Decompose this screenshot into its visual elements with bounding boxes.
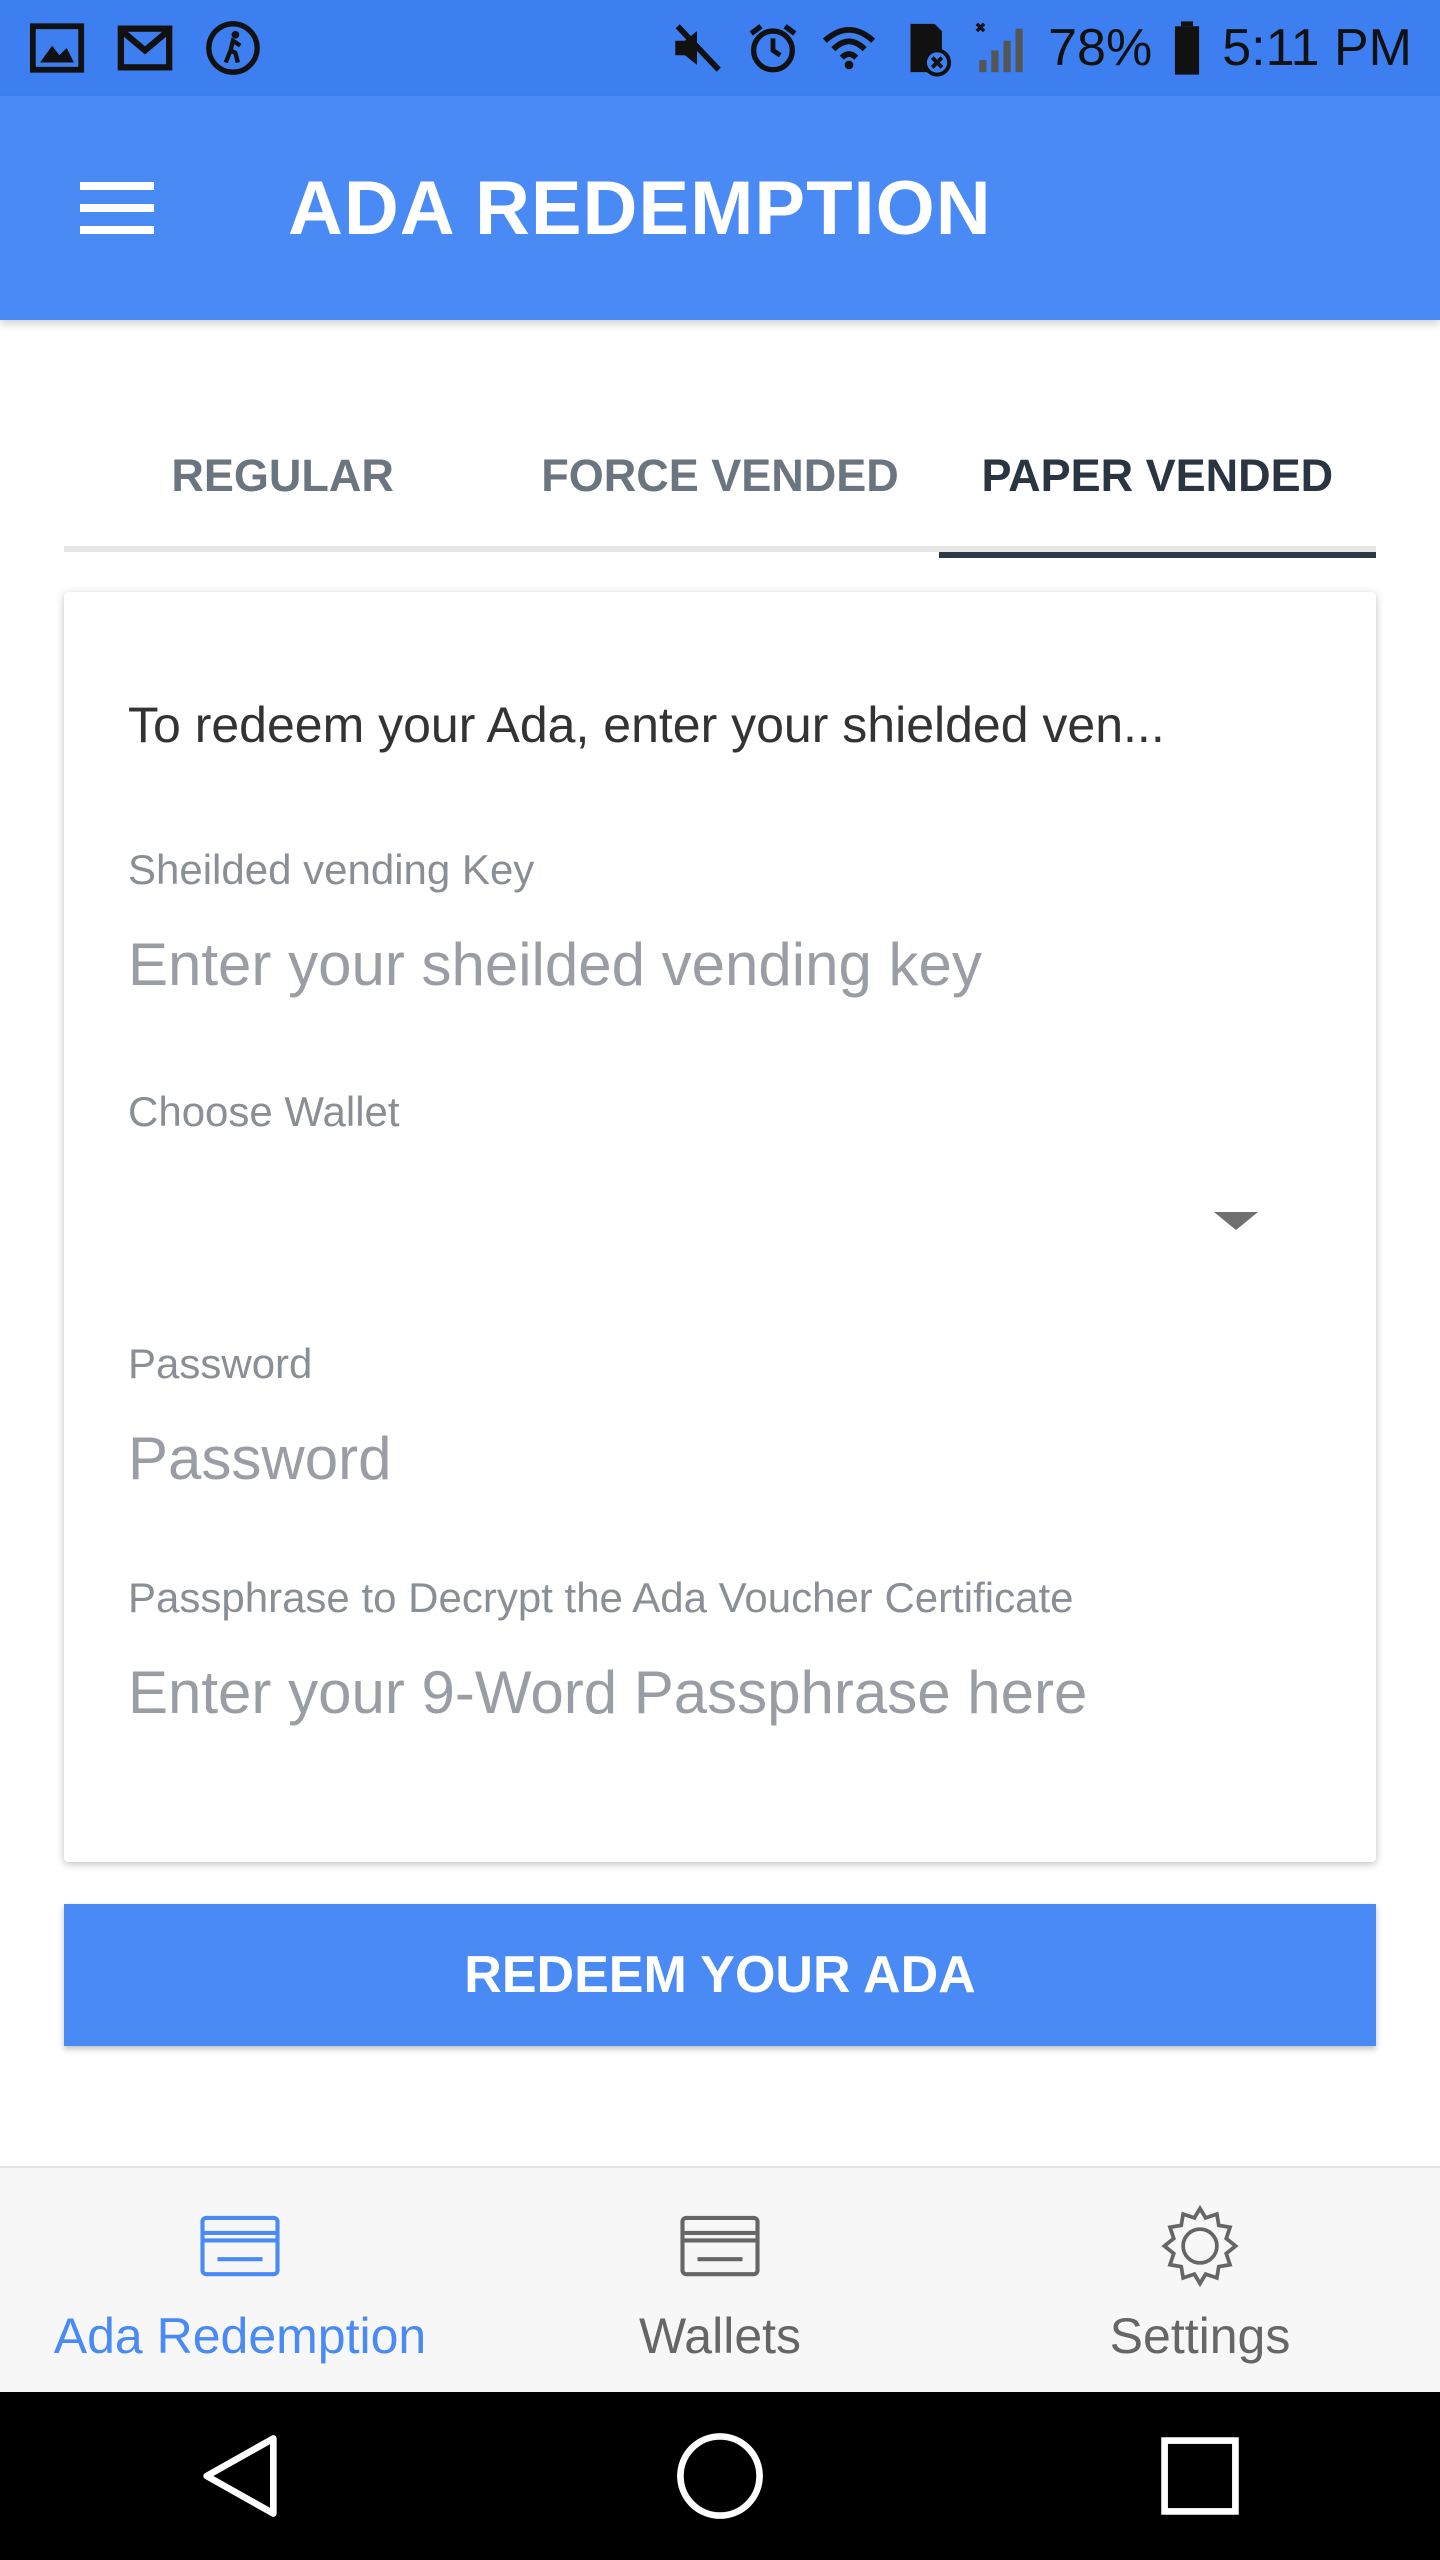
mute-icon (668, 19, 726, 77)
wallet-card-icon (680, 2215, 760, 2277)
vending-key-field: Sheilded vending Key (128, 846, 1312, 1004)
bottom-navigation: Ada Redemption Wallets Settings (0, 2166, 1440, 2392)
status-bar: 78% 5:11 PM (0, 0, 1440, 96)
nav-item-wallets[interactable]: Wallets (480, 2168, 960, 2392)
nav-label-ada-redemption: Ada Redemption (53, 2308, 427, 2364)
passphrase-label: Passphrase to Decrypt the Ada Voucher Ce… (128, 1574, 1074, 1621)
wallet-label: Choose Wallet (128, 1088, 400, 1135)
battery-icon (1170, 19, 1204, 77)
fitness-notification-icon (204, 19, 262, 77)
nav-item-settings[interactable]: Settings (960, 2168, 1440, 2392)
wifi-icon (820, 19, 878, 77)
vending-key-label: Sheilded vending Key (128, 846, 535, 893)
tab-paper-vended[interactable]: PAPER VENDED (938, 400, 1377, 558)
passphrase-field: Passphrase to Decrypt the Ada Voucher Ce… (128, 1574, 1312, 1732)
home-circle-icon[interactable] (660, 2416, 780, 2536)
nav-label-settings: Settings (1109, 2308, 1291, 2364)
redemption-form-card: To redeem your Ada, enter your shielded … (64, 592, 1376, 1862)
chevron-down-icon (1214, 1212, 1258, 1230)
redeem-button[interactable]: REDEEM YOUR ADA (64, 1904, 1376, 2046)
tab-regular[interactable]: REGULAR (64, 400, 501, 552)
passphrase-input[interactable] (128, 1652, 1312, 1732)
battery-percent: 78% (1048, 19, 1153, 77)
sd-card-error-icon (896, 19, 954, 77)
nav-label-wallets: Wallets (638, 2308, 802, 2364)
tab-force-vended[interactable]: FORCE VENDED (501, 400, 938, 552)
wallet-field: Choose Wallet (128, 1088, 1312, 1266)
app-bar: ADA REDEMPTION (0, 96, 1440, 320)
clock: 5:11 PM (1222, 19, 1412, 77)
gallery-notification-icon (28, 19, 86, 77)
password-input[interactable] (128, 1418, 1312, 1498)
gmail-notification-icon (116, 19, 174, 77)
vending-key-input[interactable] (128, 924, 1312, 1004)
password-field: Password (128, 1340, 1312, 1498)
password-label: Password (128, 1340, 313, 1387)
wallet-select[interactable] (128, 1176, 1312, 1266)
card-icon (200, 2215, 280, 2277)
back-triangle-icon[interactable] (180, 2416, 300, 2536)
redemption-tabs: REGULAR FORCE VENDED PAPER VENDED (64, 400, 1377, 558)
system-navigation-bar (0, 2392, 1440, 2560)
signal-icon (972, 19, 1030, 77)
intro-text: To redeem your Ada, enter your shielded … (128, 697, 1165, 753)
hamburger-menu-icon[interactable] (80, 160, 176, 256)
alarm-icon (744, 19, 802, 77)
nav-item-ada-redemption[interactable]: Ada Redemption (0, 2168, 480, 2392)
page-title: ADA REDEMPTION (288, 165, 992, 251)
gear-icon (1161, 2204, 1239, 2288)
recents-square-icon[interactable] (1140, 2416, 1260, 2536)
